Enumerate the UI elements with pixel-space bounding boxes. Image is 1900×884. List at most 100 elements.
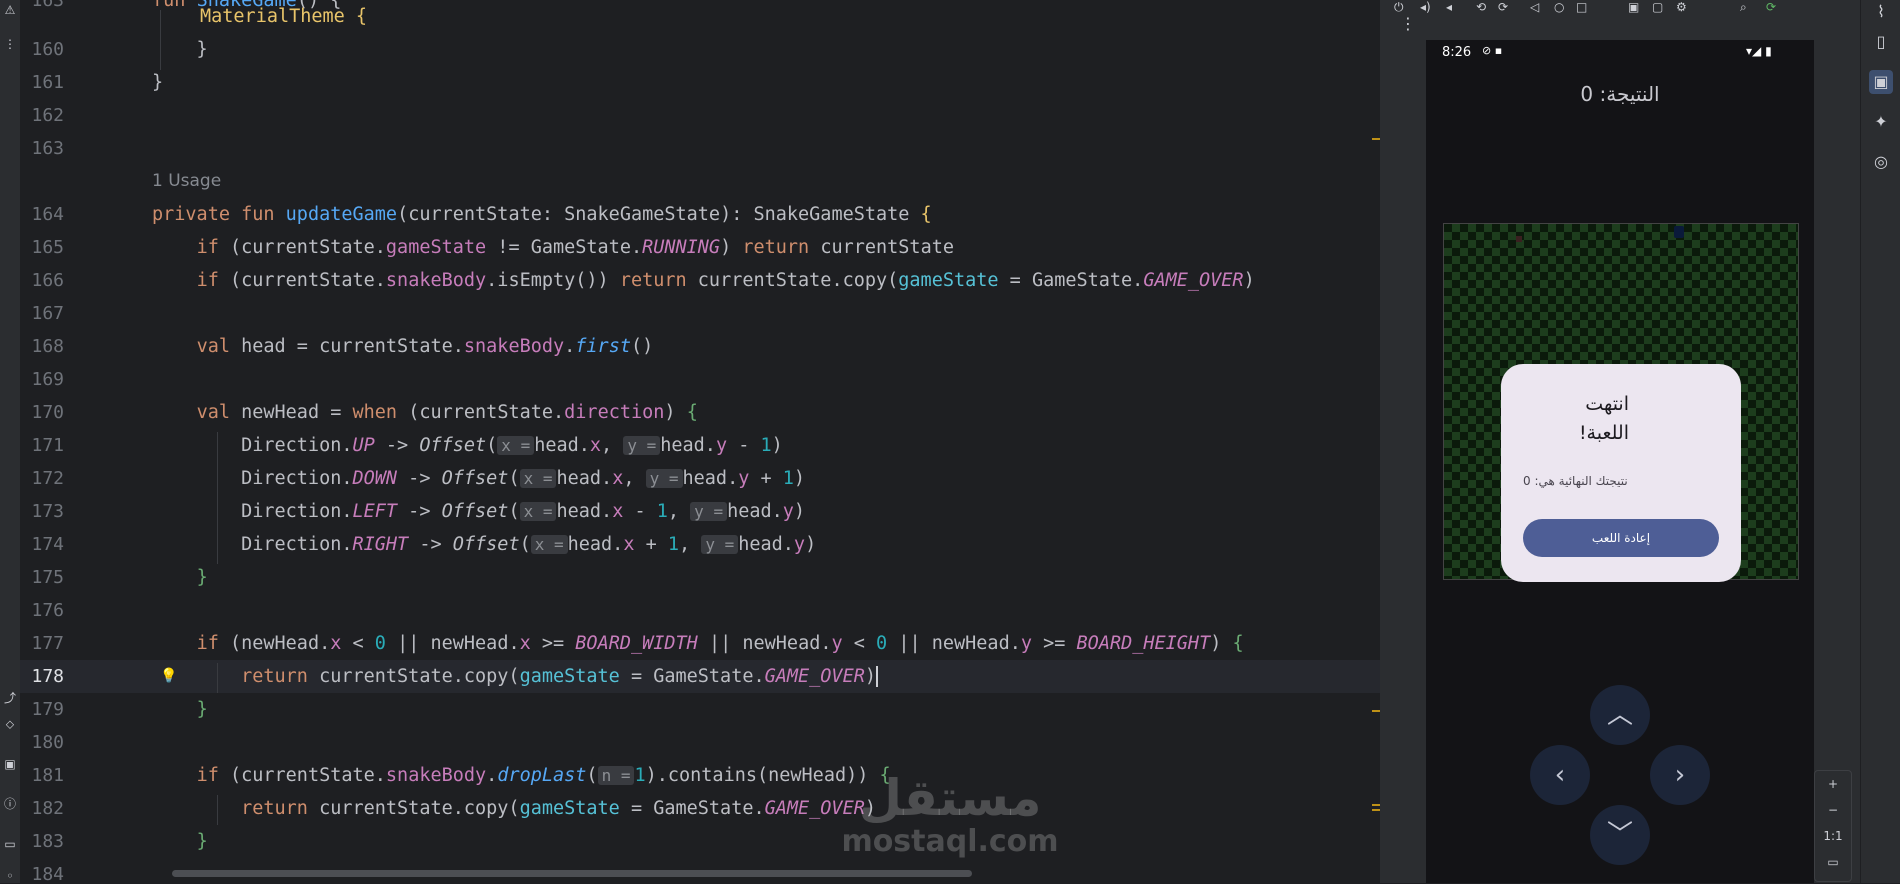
dpad-left-button[interactable]: ‹: [1530, 745, 1590, 805]
left-tool-strip: ⚠ ⋮ ⤴ ⬦ ▣ ⓘ ▭ ◦: [0, 0, 20, 883]
code-line-current: return currentState.copy(gameState = Gam…: [241, 666, 878, 687]
rotate-right-icon[interactable]: ⟳: [1498, 0, 1508, 14]
zoom-in-button[interactable]: +: [1815, 771, 1851, 797]
code-line: private fun updateGame(currentState: Sna…: [152, 204, 932, 225]
code-line: Direction.RIGHT -> Offset(x = head.x + 1,…: [152, 534, 817, 555]
android-icon[interactable]: ◎: [1869, 150, 1893, 174]
dialog-title: انتهت اللعبة!: [1578, 393, 1629, 444]
code-line: if (currentState.gameState != GameState.…: [196, 237, 954, 258]
running-devices-icon[interactable]: ▣: [1869, 70, 1893, 94]
dpad-down-button[interactable]: ﹀: [1590, 805, 1650, 865]
more-vertical-icon[interactable]: ⋮: [1400, 14, 1416, 33]
running-devices-panel: ⏻ ◂) ◂ ⟲ ⟳ ◁ ○ □ ▣ ▢ ⚙ ⌕ ⟳ ⋮ 8:26 ⊘ ▪ ▾◢…: [1380, 0, 1860, 883]
warning-icon[interactable]: ⚠: [2, 2, 18, 18]
code-line: if (newHead.x < 0 || newHead.x >= BOARD_…: [196, 633, 1244, 654]
signal-battery-icon: ▾◢ ▮: [1746, 44, 1772, 58]
line-number: 182: [31, 798, 64, 819]
code-line: val newHead = when (currentState.directi…: [196, 402, 698, 423]
code-area[interactable]: fun SnakeGame() { MaterialTheme { } } 1 …: [152, 0, 1380, 883]
warning-marker[interactable]: [1372, 809, 1380, 811]
warning-marker[interactable]: [1372, 804, 1380, 806]
score-label: النتيجة: 0: [1580, 82, 1660, 106]
code-line-partial: MaterialTheme {: [200, 6, 368, 27]
home-icon[interactable]: ○: [1554, 0, 1564, 14]
screenshot-icon[interactable]: ▣: [1628, 0, 1639, 14]
emulator-toolbar: ⏻ ◂) ◂ ⟲ ⟳ ◁ ○ □ ▣ ▢ ⚙ ⌕ ⟳ ⋮: [1380, 0, 1860, 40]
code-editor[interactable]: 163 160 161 162 163 164 165 166 167 168 …: [20, 0, 1380, 883]
line-number: 172: [31, 468, 64, 489]
problems-icon[interactable]: ⓘ: [2, 796, 18, 812]
code-line: Direction.UP -> Offset(x = head.x, y = hea…: [152, 435, 783, 456]
dpad-right-button[interactable]: ›: [1650, 745, 1710, 805]
code-line: val head = currentState.snakeBody.first(…: [196, 336, 654, 357]
zoom-icon[interactable]: ⌕: [1740, 0, 1747, 15]
rotate-left-icon[interactable]: ⟲: [1476, 0, 1486, 14]
device-manager-icon[interactable]: ▯: [1869, 30, 1893, 54]
dpad-up-button[interactable]: ︿: [1590, 685, 1650, 745]
line-number: 176: [31, 600, 64, 621]
run-icon[interactable]: ⤴: [2, 690, 18, 706]
line-number-current: 178: [31, 666, 64, 687]
line-number: 164: [31, 204, 64, 225]
line-number: 179: [31, 699, 64, 720]
line-number: 184: [31, 864, 64, 883]
more-vertical-icon[interactable]: ⋮: [2, 36, 18, 52]
dialog-message: نتيجتك النهائية هي: 0: [1523, 474, 1628, 488]
right-tool-strip: ⌇ ▯ ▣ ✦ ◎: [1860, 0, 1900, 883]
overview-icon[interactable]: □: [1576, 0, 1587, 14]
horizontal-scrollbar[interactable]: [172, 870, 972, 877]
plugin-icon[interactable]: ⬦: [2, 716, 18, 732]
line-number: 183: [31, 831, 64, 852]
zoom-actual-size-button[interactable]: 1:1: [1815, 823, 1851, 849]
volume-down-icon[interactable]: ◂: [1446, 0, 1452, 14]
code-line: }: [196, 699, 208, 720]
line-number: 174: [31, 534, 64, 555]
warning-marker[interactable]: [1372, 710, 1380, 712]
line-number: 167: [31, 303, 64, 324]
line-number: 171: [31, 435, 64, 456]
food-item: [1516, 236, 1522, 242]
line-number: 160: [31, 39, 64, 60]
zoom-controls: + − 1:1 ▭: [1814, 770, 1852, 882]
usage-hint[interactable]: 1 Usage: [152, 165, 221, 198]
screen-record-icon[interactable]: ▢: [1652, 0, 1663, 14]
line-number: 165: [31, 237, 64, 258]
game-over-dialog: انتهت اللعبة! نتيجتك النهائية هي: 0 إعاد…: [1501, 364, 1741, 582]
git-icon[interactable]: ◦: [2, 868, 18, 884]
line-number: 180: [31, 732, 64, 753]
line-number: 163: [31, 0, 64, 11]
line-number: 168: [31, 336, 64, 357]
power-icon[interactable]: ⏻: [1394, 0, 1404, 15]
terminal-icon[interactable]: ▣: [2, 756, 18, 772]
line-number: 169: [31, 369, 64, 390]
code-line: if (currentState.snakeBody.isEmpty()) re…: [196, 270, 1255, 291]
settings-icon[interactable]: ⚙: [1676, 0, 1687, 14]
code-line: Direction.LEFT -> Offset(x = head.x - 1, …: [152, 501, 806, 522]
code-line: }: [196, 831, 208, 852]
services-icon[interactable]: ▭: [2, 836, 18, 852]
code-line: }: [196, 567, 208, 588]
watermark: مستقل mostaql.com: [830, 770, 1070, 858]
device-screen[interactable]: 8:26 ⊘ ▪ ▾◢ ▮ النتيجة: 0 انتهت اللعبة! ن…: [1426, 40, 1814, 883]
line-number: 175: [31, 567, 64, 588]
sync-icon[interactable]: ⟳: [1766, 0, 1776, 14]
zoom-out-button[interactable]: −: [1815, 797, 1851, 823]
chart-icon[interactable]: ⌇: [1869, 0, 1893, 24]
line-number: 170: [31, 402, 64, 423]
line-number: 162: [31, 105, 64, 126]
play-again-button[interactable]: إعادة اللعب: [1523, 519, 1719, 557]
back-icon[interactable]: ◁: [1530, 0, 1539, 14]
fit-screen-icon[interactable]: ▭: [1815, 849, 1851, 875]
line-number: 173: [31, 501, 64, 522]
warning-marker[interactable]: [1372, 138, 1380, 140]
line-number: 163: [31, 138, 64, 159]
watermark-latin: mostaql.com: [841, 824, 1059, 859]
line-numbers-gutter: 163 160 161 162 163 164 165 166 167 168 …: [20, 0, 177, 883]
gemini-icon[interactable]: ✦: [1869, 110, 1893, 134]
code-line: return currentState.copy(gameState = Gam…: [241, 798, 876, 819]
volume-up-icon[interactable]: ◂): [1420, 0, 1431, 14]
code-line: if (currentState.snakeBody.dropLast(n = 1…: [196, 765, 891, 786]
status-bar: 8:26 ⊘ ▪ ▾◢ ▮: [1426, 40, 1814, 66]
line-number: 177: [31, 633, 64, 654]
code-line: Direction.DOWN -> Offset(x = head.x, y = h…: [152, 468, 806, 489]
